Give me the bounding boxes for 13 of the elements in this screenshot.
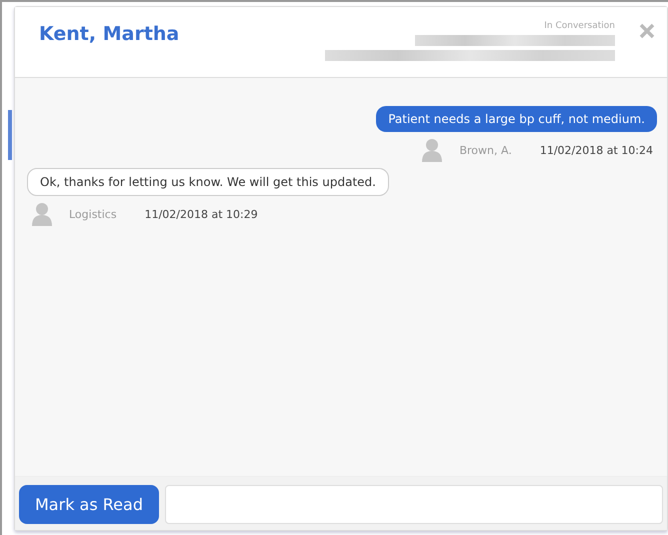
message-bubble: Patient needs a large bp cuff, not medium. (376, 106, 657, 132)
message-bubble: Ok, thanks for letting us know. We will get this updated. (27, 168, 389, 196)
message-sender: Logistics (69, 208, 117, 220)
person-icon (421, 138, 444, 162)
message-sender: Brown, A. (459, 144, 512, 156)
message-input[interactable] (164, 485, 663, 524)
person-icon (31, 202, 53, 226)
message-time: 11/02/2018 at 10:29 (144, 208, 258, 220)
message-time: 11/02/2018 at 10:24 (540, 144, 653, 156)
patient-name: Kent, Martha (39, 23, 180, 47)
close-icon[interactable] (639, 23, 655, 39)
mark-as-read-button[interactable]: Mark as Read (19, 485, 159, 524)
conversation-status: In Conversation (544, 21, 615, 31)
